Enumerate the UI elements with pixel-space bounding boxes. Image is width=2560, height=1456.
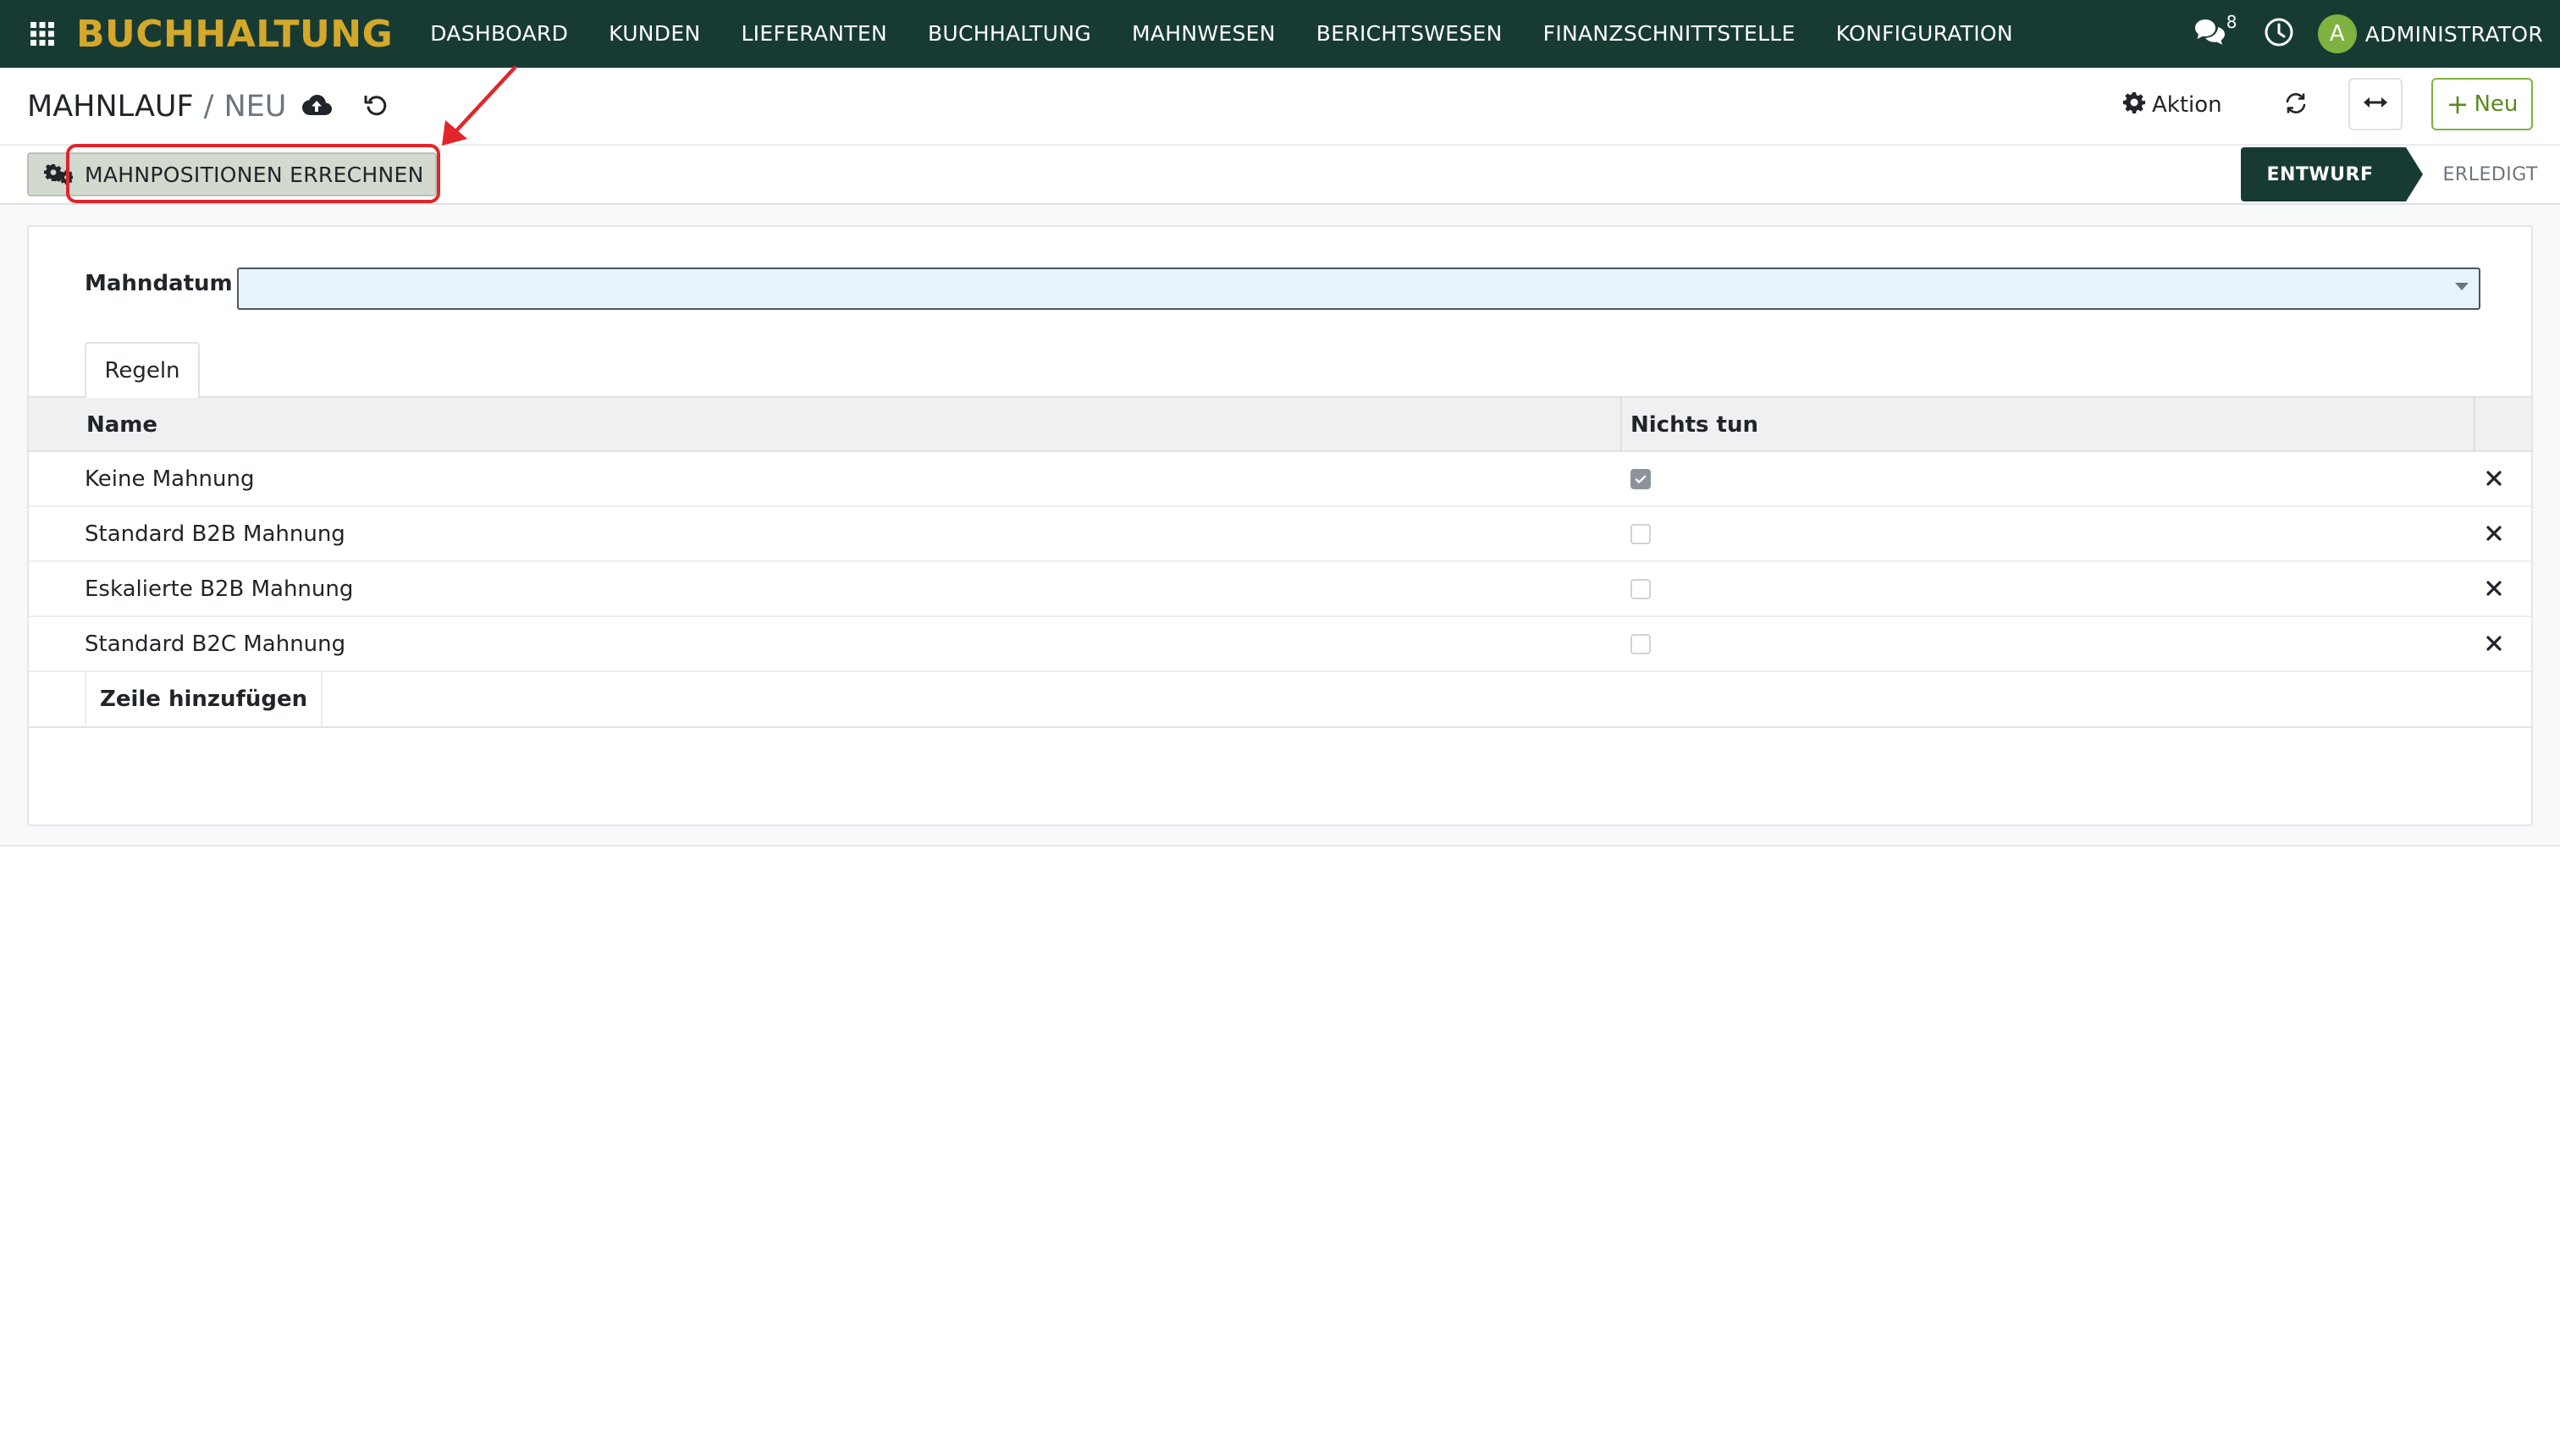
column-separator	[2474, 398, 2475, 452]
control-divider	[0, 144, 2560, 146]
do-nothing-checkbox[interactable]	[1630, 524, 1651, 544]
menu-item-mahnwesen[interactable]: MAHNWESEN	[1112, 0, 1296, 68]
status-bar: ENTWURF ERLEDIGT	[2241, 147, 2538, 201]
app-brand[interactable]: BUCHHALTUNG	[76, 13, 393, 56]
status-done[interactable]: ERLEDIGT	[2406, 164, 2538, 185]
add-line-button[interactable]: Zeile hinzufügen	[85, 672, 323, 726]
table-row[interactable]: Keine Mahnung	[29, 452, 2531, 507]
plus-icon: +	[2446, 88, 2469, 120]
breadcrumb-separator: /	[203, 90, 214, 124]
rule-name: Standard B2B Mahnung	[85, 521, 345, 547]
delete-row-button[interactable]	[2479, 629, 2509, 659]
breadcrumb: MAHNLAUF / NEU	[27, 88, 286, 125]
dunning-date-input[interactable]	[237, 267, 2480, 310]
top-navbar: BUCHHALTUNG DASHBOARD KUNDEN LIEFERANTEN…	[0, 0, 2560, 68]
close-icon	[2486, 521, 2502, 547]
rules-table: Name Nichts tun Keine Mahnung Standard B…	[29, 398, 2531, 728]
new-record-button[interactable]: + Neu	[2431, 78, 2533, 130]
close-icon	[2486, 631, 2502, 657]
navbar-systray: 8 A ADMINISTRATOR	[2177, 0, 2543, 68]
table-header: Name Nichts tun	[29, 398, 2531, 452]
clock-icon	[2264, 17, 2294, 51]
status-draft[interactable]: ENTWURF	[2241, 147, 2423, 201]
apps-icon[interactable]	[29, 20, 56, 47]
close-icon	[2486, 576, 2502, 602]
rule-name: Keine Mahnung	[85, 466, 255, 492]
expand-button[interactable]	[2348, 78, 2403, 130]
table-row[interactable]: Standard B2B Mahnung	[29, 507, 2531, 562]
chat-count-badge: 8	[2226, 12, 2237, 32]
main-menu: DASHBOARD KUNDEN LIEFERANTEN BUCHHALTUNG…	[410, 0, 2033, 68]
user-menu[interactable]: ADMINISTRATOR	[2365, 22, 2543, 47]
table-row[interactable]: Eskalierte B2B Mahnung	[29, 562, 2531, 617]
messaging-button[interactable]: 8	[2177, 0, 2245, 68]
delete-row-button[interactable]	[2479, 574, 2509, 604]
breadcrumb-current: NEU	[223, 90, 287, 124]
menu-item-berichtswesen[interactable]: BERICHTSWESEN	[1296, 0, 1523, 68]
cloud-upload-icon	[301, 94, 332, 119]
rule-name: Standard B2C Mahnung	[85, 631, 346, 657]
avatar[interactable]: A	[2317, 14, 2357, 53]
do-nothing-checkbox[interactable]	[1630, 634, 1651, 654]
refresh-icon	[2284, 91, 2308, 119]
compute-dunning-positions-label: MAHNPOSITIONEN ERRECHNEN	[85, 162, 424, 187]
compute-dunning-positions-button[interactable]: MAHNPOSITIONEN ERRECHNEN	[27, 152, 437, 196]
form-sheet: Mahndatum Regeln Name Nichts tun Keine M…	[27, 225, 2533, 826]
table-row[interactable]: Standard B2C Mahnung	[29, 617, 2531, 672]
rule-name: Eskalierte B2B Mahnung	[85, 576, 354, 602]
menu-item-konfiguration[interactable]: KONFIGURATION	[1816, 0, 2033, 68]
undo-icon	[363, 92, 389, 121]
chat-icon	[2193, 18, 2229, 50]
delete-row-button[interactable]	[2479, 464, 2509, 494]
menu-item-dashboard[interactable]: DASHBOARD	[410, 0, 588, 68]
gear-icon	[2123, 91, 2145, 119]
gears-icon	[44, 163, 73, 185]
refresh-button[interactable]	[2277, 86, 2314, 124]
action-menu-button[interactable]: Aktion	[2123, 88, 2222, 122]
close-icon	[2486, 466, 2502, 492]
menu-item-finanzschnittstelle[interactable]: FINANZSCHNITTSTELLE	[1523, 0, 1816, 68]
action-label: Aktion	[2152, 92, 2222, 118]
column-header-do-nothing[interactable]: Nichts tun	[1630, 398, 1758, 452]
menu-item-lieferanten[interactable]: LIEFERANTEN	[720, 0, 908, 68]
menu-item-buchhaltung[interactable]: BUCHHALTUNG	[908, 0, 1112, 68]
chevron-down-icon[interactable]	[2455, 283, 2469, 290]
column-separator	[1620, 398, 1622, 452]
dunning-date-label: Mahndatum	[85, 271, 233, 296]
tab-rules[interactable]: Regeln	[85, 342, 200, 398]
add-line-row: Zeile hinzufügen	[29, 672, 2531, 728]
save-button[interactable]	[300, 90, 334, 124]
do-nothing-checkbox[interactable]	[1630, 469, 1651, 489]
annotation-arrow-icon	[442, 65, 517, 146]
discard-button[interactable]	[359, 90, 393, 124]
column-header-name[interactable]: Name	[86, 398, 157, 452]
do-nothing-checkbox[interactable]	[1630, 579, 1651, 599]
activities-button[interactable]	[2245, 0, 2313, 68]
delete-row-button[interactable]	[2479, 519, 2509, 549]
expand-icon	[2363, 96, 2388, 113]
new-label: Neu	[2474, 91, 2519, 117]
breadcrumb-parent[interactable]: MAHNLAUF	[27, 88, 194, 125]
menu-item-kunden[interactable]: KUNDEN	[588, 0, 720, 68]
